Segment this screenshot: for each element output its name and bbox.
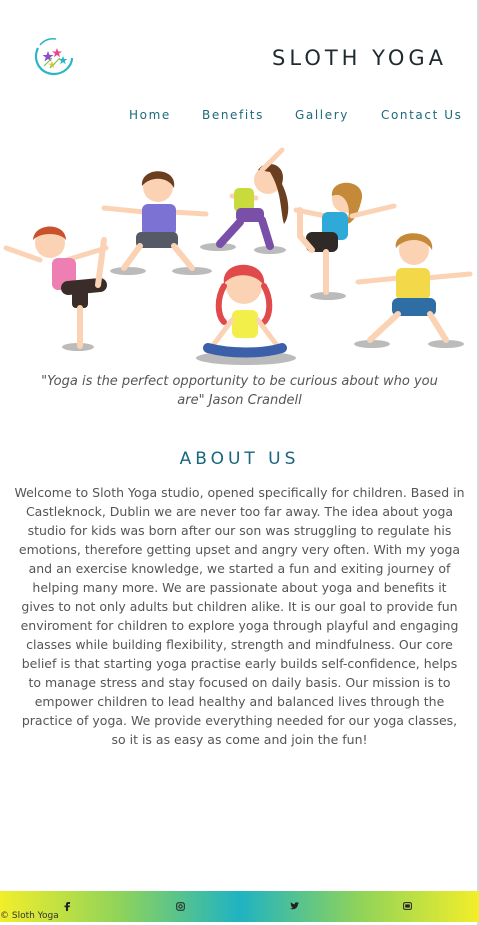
stars-circle-logo-icon[interactable]: [30, 34, 76, 78]
site-header: SLOTH YOGA Home Benefits Gallery Contact…: [0, 0, 479, 140]
hero-quote: "Yoga is the perfect opportunity to be c…: [41, 374, 438, 408]
twitter-icon[interactable]: [287, 899, 301, 913]
facebook-icon[interactable]: [60, 899, 74, 913]
main-nav: Home Benefits Gallery Contact Us: [0, 108, 479, 128]
nav-home[interactable]: Home: [129, 108, 171, 122]
nav-benefits[interactable]: Benefits: [202, 108, 264, 122]
youtube-icon[interactable]: [400, 899, 414, 913]
instagram-icon[interactable]: [173, 899, 187, 913]
nav-gallery[interactable]: Gallery: [295, 108, 349, 122]
about-us-text: Welcome to Sloth Yoga studio, opened spe…: [14, 485, 465, 747]
about-us-heading: ABOUT US: [179, 449, 300, 469]
nav-contact-us[interactable]: Contact Us: [381, 108, 463, 122]
site-title: SLOTH YOGA: [272, 46, 447, 70]
copyright-text: © Sloth Yoga: [0, 911, 59, 921]
kids-yoga-illustration: [0, 140, 479, 368]
site-footer: [0, 891, 479, 922]
